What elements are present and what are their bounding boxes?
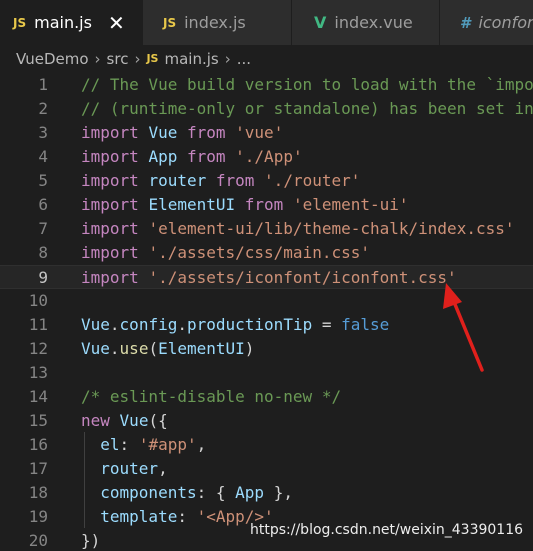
tab-index-vue[interactable]: V index.vue bbox=[292, 0, 440, 45]
vscode-window: JS main.js ✕ JS index.js V index.vue # i… bbox=[0, 0, 533, 551]
code-text: new Vue({ bbox=[81, 411, 168, 430]
code-line[interactable]: 13 bbox=[0, 361, 533, 385]
breadcrumb-item-symbols[interactable]: ... bbox=[237, 50, 251, 68]
code-text: import router from './router' bbox=[81, 171, 361, 190]
chevron-right-icon: › bbox=[94, 49, 101, 68]
line-number: 7 bbox=[38, 219, 48, 238]
code-text: components: { App }, bbox=[100, 483, 293, 502]
code-line[interactable]: 16 el: '#app', bbox=[0, 433, 533, 457]
line-number: 2 bbox=[38, 99, 48, 118]
code-line[interactable]: 14 /* eslint-disable no-new */ bbox=[0, 385, 533, 409]
js-file-icon: JS bbox=[13, 15, 27, 30]
code-text: import './assets/iconfont/iconfont.css' bbox=[81, 268, 457, 287]
code-line[interactable]: 4 import App from './App' bbox=[0, 145, 533, 169]
code-text: import App from './App' bbox=[81, 147, 303, 166]
tab-label: index.vue bbox=[334, 13, 413, 32]
tab-index-js[interactable]: JS index.js bbox=[143, 0, 292, 45]
line-number: 6 bbox=[38, 195, 48, 214]
code-line[interactable]: 9 import './assets/iconfont/iconfont.css' bbox=[0, 265, 533, 289]
close-icon[interactable]: ✕ bbox=[108, 13, 125, 33]
chevron-right-icon: › bbox=[224, 49, 231, 68]
line-number: 17 bbox=[28, 459, 48, 478]
line-number: 3 bbox=[38, 123, 48, 142]
code-line[interactable]: 17 router, bbox=[0, 457, 533, 481]
code-line[interactable]: 6 import ElementUI from 'element-ui' bbox=[0, 193, 533, 217]
vue-file-icon: V bbox=[314, 13, 327, 32]
breadcrumb-item-src[interactable]: src bbox=[107, 50, 129, 68]
tab-label: iconfont bbox=[478, 13, 533, 32]
code-line[interactable]: 12 Vue.use(ElementUI) bbox=[0, 337, 533, 361]
line-number: 4 bbox=[38, 147, 48, 166]
line-number: 9 bbox=[38, 268, 48, 287]
code-line[interactable]: 18 components: { App }, bbox=[0, 481, 533, 505]
line-number: 19 bbox=[28, 507, 48, 526]
code-text: import 'element-ui/lib/theme-chalk/index… bbox=[81, 219, 515, 238]
watermark: https://blog.csdn.net/weixin_43390116 bbox=[250, 522, 524, 538]
js-file-icon: JS bbox=[163, 15, 177, 30]
line-number: 1 bbox=[38, 75, 48, 94]
breadcrumb-item-file[interactable]: main.js bbox=[164, 50, 218, 68]
code-line[interactable]: 8 import './assets/css/main.css' bbox=[0, 241, 533, 265]
code-text: router, bbox=[100, 459, 168, 478]
code-line[interactable]: 5 import router from './router' bbox=[0, 169, 533, 193]
code-text: /* eslint-disable no-new */ bbox=[81, 387, 342, 406]
code-editor[interactable]: 1 // The Vue build version to load with t… bbox=[0, 72, 533, 551]
line-number: 5 bbox=[38, 171, 48, 190]
tab-label: index.js bbox=[184, 13, 246, 32]
line-number: 15 bbox=[28, 411, 48, 430]
tab-main-js[interactable]: JS main.js ✕ bbox=[0, 0, 143, 45]
editor-tab-bar: JS main.js ✕ JS index.js V index.vue # i… bbox=[0, 0, 533, 45]
line-number: 12 bbox=[28, 339, 48, 358]
css-file-icon: # bbox=[460, 13, 471, 32]
code-text: template: '<App/>' bbox=[100, 507, 274, 526]
line-number: 13 bbox=[28, 363, 48, 382]
code-line[interactable]: 10 bbox=[0, 289, 533, 313]
code-text: import Vue from 'vue' bbox=[81, 123, 284, 142]
code-text: import ElementUI from 'element-ui' bbox=[81, 195, 409, 214]
code-line[interactable]: 15 new Vue({ bbox=[0, 409, 533, 433]
code-line[interactable]: 11 Vue.config.productionTip = false bbox=[0, 313, 533, 337]
code-text: // (runtime-only or standalone) has been… bbox=[81, 99, 533, 118]
breadcrumb-item-vuedemo[interactable]: VueDemo bbox=[16, 50, 89, 68]
line-number: 10 bbox=[28, 291, 48, 310]
tab-label: main.js bbox=[34, 13, 92, 32]
line-number: 20 bbox=[28, 531, 48, 550]
line-number: 16 bbox=[28, 435, 48, 454]
code-text: Vue.use(ElementUI) bbox=[81, 339, 255, 358]
code-text: import './assets/css/main.css' bbox=[81, 243, 370, 262]
code-line[interactable]: 7 import 'element-ui/lib/theme-chalk/inde… bbox=[0, 217, 533, 241]
tab-iconfont[interactable]: # iconfont bbox=[440, 0, 533, 45]
chevron-right-icon: › bbox=[134, 49, 141, 68]
js-file-icon: JS bbox=[146, 52, 159, 65]
breadcrumb: VueDemo › src › JS main.js › ... bbox=[0, 45, 533, 72]
line-number: 8 bbox=[38, 243, 48, 262]
code-text: Vue.config.productionTip = false bbox=[81, 315, 390, 334]
code-text: el: '#app', bbox=[100, 435, 207, 454]
line-number: 11 bbox=[28, 315, 48, 334]
line-number: 18 bbox=[28, 483, 48, 502]
code-line[interactable]: 1 // The Vue build version to load with t… bbox=[0, 73, 533, 97]
code-line[interactable]: 2 // (runtime-only or standalone) has bee… bbox=[0, 97, 533, 121]
code-text: // The Vue build version to load with th… bbox=[81, 75, 533, 94]
code-line[interactable]: 3 import Vue from 'vue' bbox=[0, 121, 533, 145]
code-text: }) bbox=[81, 531, 101, 550]
line-number: 14 bbox=[28, 387, 48, 406]
